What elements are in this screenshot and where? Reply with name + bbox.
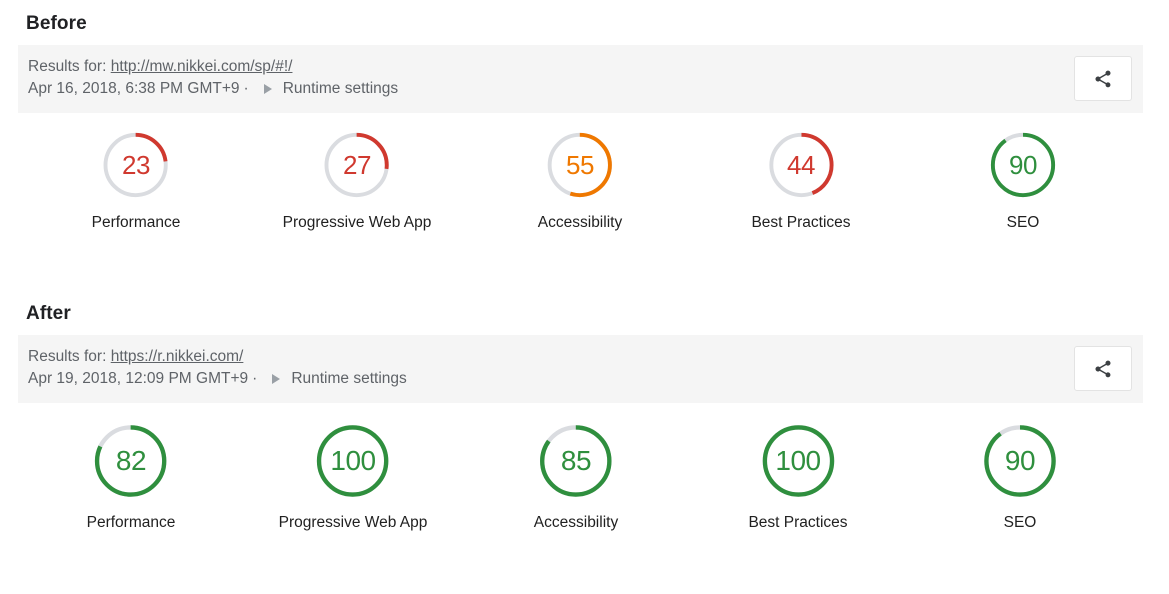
gauge-performance[interactable]: 82 Performance — [86, 422, 176, 532]
share-icon — [1093, 359, 1113, 379]
gauge-label-performance: Performance — [91, 214, 181, 231]
gauge-score-accessibility: 85 — [560, 445, 592, 476]
meta-separator: · — [243, 80, 249, 97]
results-url-link[interactable]: https://r.nikkei.com/ — [111, 348, 244, 365]
gauge-label-pwa: Progressive Web App — [282, 214, 432, 231]
gauge-ring-accessibility: 85 — [537, 422, 615, 500]
gauge-score-accessibility: 55 — [566, 149, 594, 180]
lighthouse-report-after: After Results for: https://r.nikkei.com/… — [0, 290, 1169, 544]
gauge-label-best-practices: Best Practices — [748, 514, 848, 531]
share-icon — [1093, 69, 1113, 89]
gauge-pwa[interactable]: 100 Progressive Web App — [278, 422, 428, 532]
meta-separator: · — [252, 370, 258, 387]
share-button[interactable] — [1074, 56, 1132, 101]
lighthouse-report-before: Before Results for: http://mw.nikkei.com… — [0, 0, 1169, 252]
gauge-label-performance: Performance — [86, 514, 176, 531]
gauge-seo[interactable]: 90 SEO — [988, 130, 1058, 232]
triangle-right-icon[interactable] — [272, 374, 281, 384]
gauge-ring-pwa: 100 — [314, 422, 392, 500]
gauge-best-practices[interactable]: 44 Best Practices — [751, 130, 851, 232]
gauge-label-seo: SEO — [1003, 514, 1037, 531]
gauge-score-seo: 90 — [1004, 445, 1036, 476]
gauge-label-accessibility: Accessibility — [533, 514, 619, 531]
results-for-label: Results for: — [28, 58, 107, 75]
section-heading-before: Before — [26, 13, 87, 34]
results-timestamp: Apr 16, 2018, 6:38 PM GMT+9 — [28, 80, 240, 97]
gauge-score-best-practices: 44 — [787, 149, 815, 180]
gauge-accessibility[interactable]: 85 Accessibility — [534, 422, 618, 532]
gauge-ring-seo: 90 — [981, 422, 1059, 500]
gauge-best-practices[interactable]: 100 Best Practices — [748, 422, 848, 532]
results-bar-before: Results for: http://mw.nikkei.com/sp/#!/… — [18, 45, 1143, 113]
gauge-ring-seo: 90 — [988, 130, 1058, 200]
gauge-ring-performance: 82 — [92, 422, 170, 500]
gauge-pwa[interactable]: 27 Progressive Web App — [282, 130, 432, 232]
gauge-score-performance: 23 — [122, 149, 150, 180]
score-gauges-before: 23 Performance 27 Progressive Web App 55 — [0, 130, 1169, 252]
gauge-ring-accessibility: 55 — [545, 130, 615, 200]
score-gauges-after: 82 Performance 100 Progressive Web App 8… — [0, 422, 1169, 544]
triangle-right-icon[interactable] — [263, 84, 272, 94]
results-timestamp: Apr 19, 2018, 12:09 PM GMT+9 — [28, 370, 249, 387]
results-for-label: Results for: — [28, 348, 107, 365]
section-heading-after: After — [26, 303, 71, 324]
results-meta-line-before: Apr 16, 2018, 6:38 PM GMT+9 · Runtime se… — [28, 78, 1143, 100]
runtime-settings-toggle[interactable]: Runtime settings — [283, 78, 398, 100]
results-for-line-before: Results for: http://mw.nikkei.com/sp/#!/ — [28, 56, 1143, 78]
gauge-score-pwa: 100 — [330, 445, 376, 476]
gauge-score-performance: 82 — [115, 445, 147, 476]
gauge-accessibility[interactable]: 55 Accessibility — [538, 130, 622, 232]
runtime-settings-toggle[interactable]: Runtime settings — [291, 368, 406, 390]
gauge-label-best-practices: Best Practices — [751, 214, 851, 231]
results-meta-line-after: Apr 19, 2018, 12:09 PM GMT+9 · Runtime s… — [28, 368, 1143, 390]
results-url-link[interactable]: http://mw.nikkei.com/sp/#!/ — [111, 58, 293, 75]
gauge-score-seo: 90 — [1009, 149, 1037, 180]
share-button[interactable] — [1074, 346, 1132, 391]
gauge-ring-pwa: 27 — [322, 130, 392, 200]
gauge-performance[interactable]: 23 Performance — [91, 130, 181, 232]
gauge-ring-performance: 23 — [101, 130, 171, 200]
gauge-score-pwa: 27 — [343, 149, 371, 180]
gauge-score-best-practices: 100 — [775, 445, 821, 476]
gauge-label-pwa: Progressive Web App — [278, 514, 428, 531]
results-bar-after: Results for: https://r.nikkei.com/ Apr 1… — [18, 335, 1143, 403]
gauge-seo[interactable]: 90 SEO — [981, 422, 1059, 532]
gauge-label-accessibility: Accessibility — [537, 214, 623, 231]
gauge-ring-best-practices: 44 — [766, 130, 836, 200]
gauge-ring-best-practices: 100 — [759, 422, 837, 500]
results-for-line-after: Results for: https://r.nikkei.com/ — [28, 346, 1143, 368]
gauge-label-seo: SEO — [1006, 214, 1040, 231]
